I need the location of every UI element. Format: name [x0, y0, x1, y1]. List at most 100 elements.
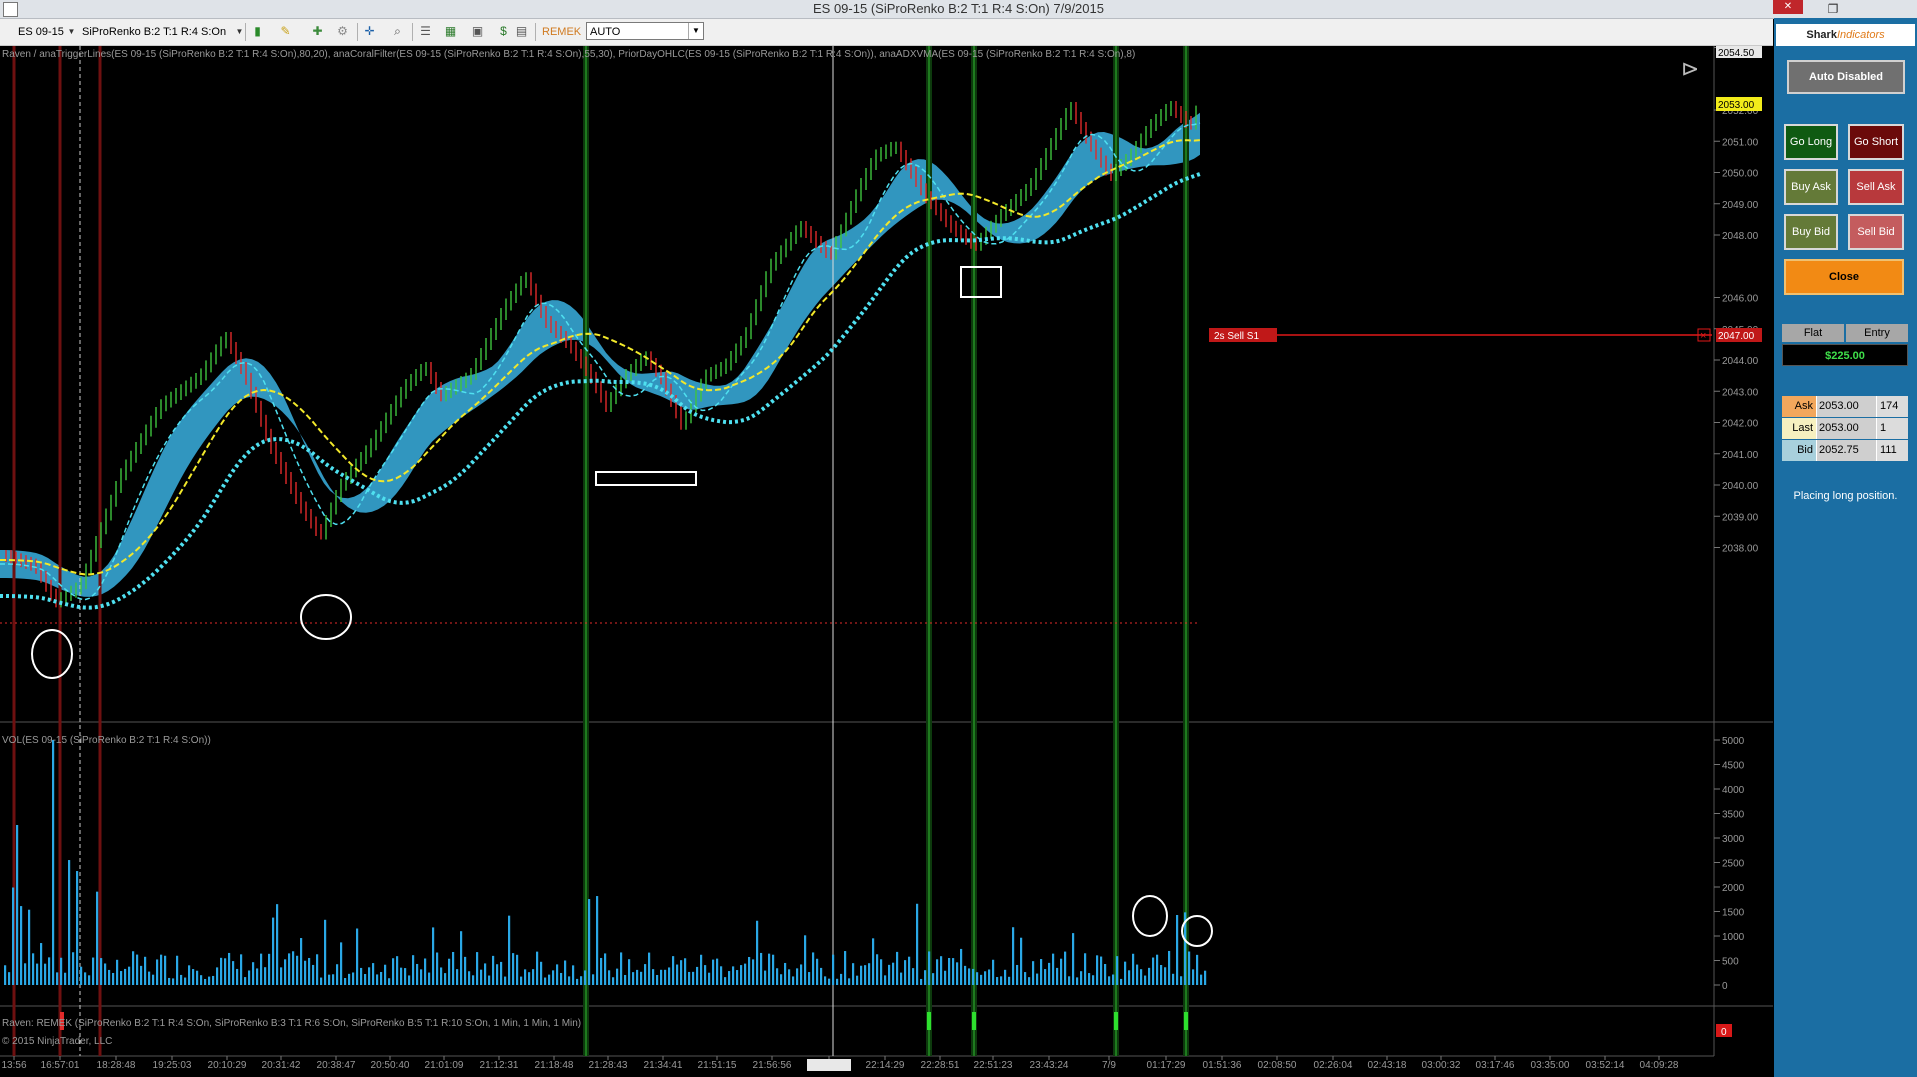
volume-bar	[692, 971, 695, 985]
atm-strategy-select[interactable]: AUTO ▼	[586, 22, 704, 40]
volume-bar	[920, 978, 923, 985]
volume-bar	[864, 965, 867, 985]
volume-bar	[1040, 959, 1043, 985]
volume-bar	[1196, 954, 1199, 985]
zoom-icon[interactable]: ⌕	[390, 24, 405, 39]
price-chart[interactable]: 2054.002052.002051.002050.002049.002048.…	[0, 46, 1773, 1077]
volume-bar	[212, 975, 215, 985]
go-short-button[interactable]: Go Short	[1848, 124, 1904, 160]
volume-tick-label: 1000	[1722, 932, 1745, 943]
volume-bar	[580, 976, 583, 985]
volume-bar	[136, 954, 139, 985]
sell-ask-button[interactable]: Sell Ask	[1848, 169, 1904, 205]
volume-bar	[56, 972, 59, 985]
volume-bar	[452, 951, 455, 985]
volume-bar	[352, 972, 355, 985]
order-cancel-icon[interactable]: ×	[1700, 330, 1706, 342]
volume-bar	[116, 959, 119, 985]
restore-button[interactable]: ❐	[1812, 0, 1854, 18]
volume-bar	[704, 965, 707, 985]
bar-style-icon[interactable]: ▮	[250, 24, 265, 39]
image-icon[interactable]: ▣	[470, 24, 485, 39]
data-box-icon[interactable]: ▦	[443, 24, 458, 39]
volume-bar	[1032, 961, 1035, 985]
price-tick-label: 2051.00	[1722, 137, 1759, 148]
volume-bar	[1044, 969, 1047, 985]
indicator-add-icon[interactable]: ✚	[310, 24, 325, 39]
volume-bar	[928, 951, 931, 985]
volume-bar	[132, 951, 135, 985]
brand-sub: Indicators	[1836, 29, 1885, 41]
volume-bar	[1140, 969, 1143, 985]
volume-bar	[264, 967, 267, 985]
sell-order-text: 2s Sell S1	[1214, 331, 1259, 342]
last-price-label: 2053.00	[1718, 100, 1755, 111]
volume-bar	[268, 953, 271, 985]
ask-row: Ask 2053.00 174	[1782, 396, 1908, 417]
volume-bar	[600, 957, 603, 985]
buy-bid-button[interactable]: Buy Bid	[1784, 214, 1838, 250]
volume-bar	[1116, 956, 1119, 985]
auto-disabled-button[interactable]: Auto Disabled	[1787, 60, 1905, 94]
volume-bar	[436, 952, 439, 985]
pencil-icon[interactable]: ✎	[278, 24, 293, 39]
money-icon[interactable]: $	[496, 24, 511, 39]
volume-bar	[632, 972, 635, 985]
bartype-selector[interactable]: SiProRenko B:2 T:1 R:4 S:On	[82, 23, 226, 41]
buy-ask-button[interactable]: Buy Ask	[1784, 169, 1838, 205]
volume-bar	[364, 974, 367, 985]
volume-bar	[916, 903, 919, 985]
volume-bar	[336, 964, 339, 985]
price-tick-label: 2046.00	[1722, 294, 1759, 305]
strategy-icon[interactable]: ⚙	[335, 24, 350, 39]
volume-bar	[196, 970, 199, 985]
volume-bar	[380, 971, 383, 985]
volume-bar	[76, 871, 79, 985]
go-long-button[interactable]: Go Long	[1784, 124, 1838, 160]
volume-bar	[292, 951, 295, 985]
volume-bar	[596, 896, 599, 985]
volume-bar	[1008, 976, 1011, 985]
close-window-button[interactable]: ✕	[1773, 0, 1803, 14]
volume-bar	[28, 909, 31, 985]
volume-bar	[836, 978, 839, 985]
volume-bar	[944, 970, 947, 985]
volume-bar	[204, 978, 207, 985]
window-title: ES 09-15 (SiProRenko B:2 T:1 R:4 S:On) 7…	[813, 1, 1104, 16]
time-tick-label: 22:51:23	[974, 1060, 1013, 1071]
time-tick-label: 7/9	[1102, 1060, 1116, 1071]
volume-bar	[1108, 976, 1111, 985]
properties-icon[interactable]: ☰	[418, 24, 433, 39]
time-tick-label: 19:25:03	[153, 1060, 192, 1071]
volume-bar	[1120, 978, 1123, 985]
time-tick-label: 01:51:36	[1203, 1060, 1242, 1071]
volume-bar	[868, 963, 871, 985]
instrument-selector[interactable]: ES 09-15	[18, 23, 64, 41]
volume-tick-label: 500	[1722, 957, 1739, 968]
chart-trader-icon[interactable]: ▤	[514, 24, 529, 39]
volume-bar	[408, 975, 411, 985]
close-position-button[interactable]: Close	[1784, 259, 1904, 295]
time-tick-label: 22:14:29	[866, 1060, 905, 1071]
volume-bar	[640, 971, 643, 985]
atm-dropdown-icon[interactable]: ▼	[688, 23, 703, 39]
volume-bar	[1004, 969, 1007, 985]
instrument-dropdown-icon[interactable]: ▼	[64, 24, 79, 39]
price-tick-label: 2042.00	[1722, 419, 1759, 430]
crosshair-icon[interactable]: ✛	[362, 24, 377, 39]
volume-bar	[696, 966, 699, 985]
sell-bid-button[interactable]: Sell Bid	[1848, 214, 1904, 250]
volume-bar	[304, 960, 307, 985]
brand-logo: SharkIndicators	[1776, 24, 1915, 46]
panel-collapse-icon[interactable]: ⊳	[1681, 57, 1699, 82]
volume-bar	[68, 860, 71, 985]
volume-bar	[16, 825, 19, 985]
volume-bar	[996, 977, 999, 985]
volume-bar	[32, 953, 35, 985]
volume-bar	[636, 969, 639, 985]
bid-row: Bid 2052.75 111	[1782, 440, 1908, 461]
volume-bar	[1104, 964, 1107, 985]
volume-bar	[276, 904, 279, 985]
volume-bar	[660, 969, 663, 985]
volume-bar	[100, 958, 103, 985]
